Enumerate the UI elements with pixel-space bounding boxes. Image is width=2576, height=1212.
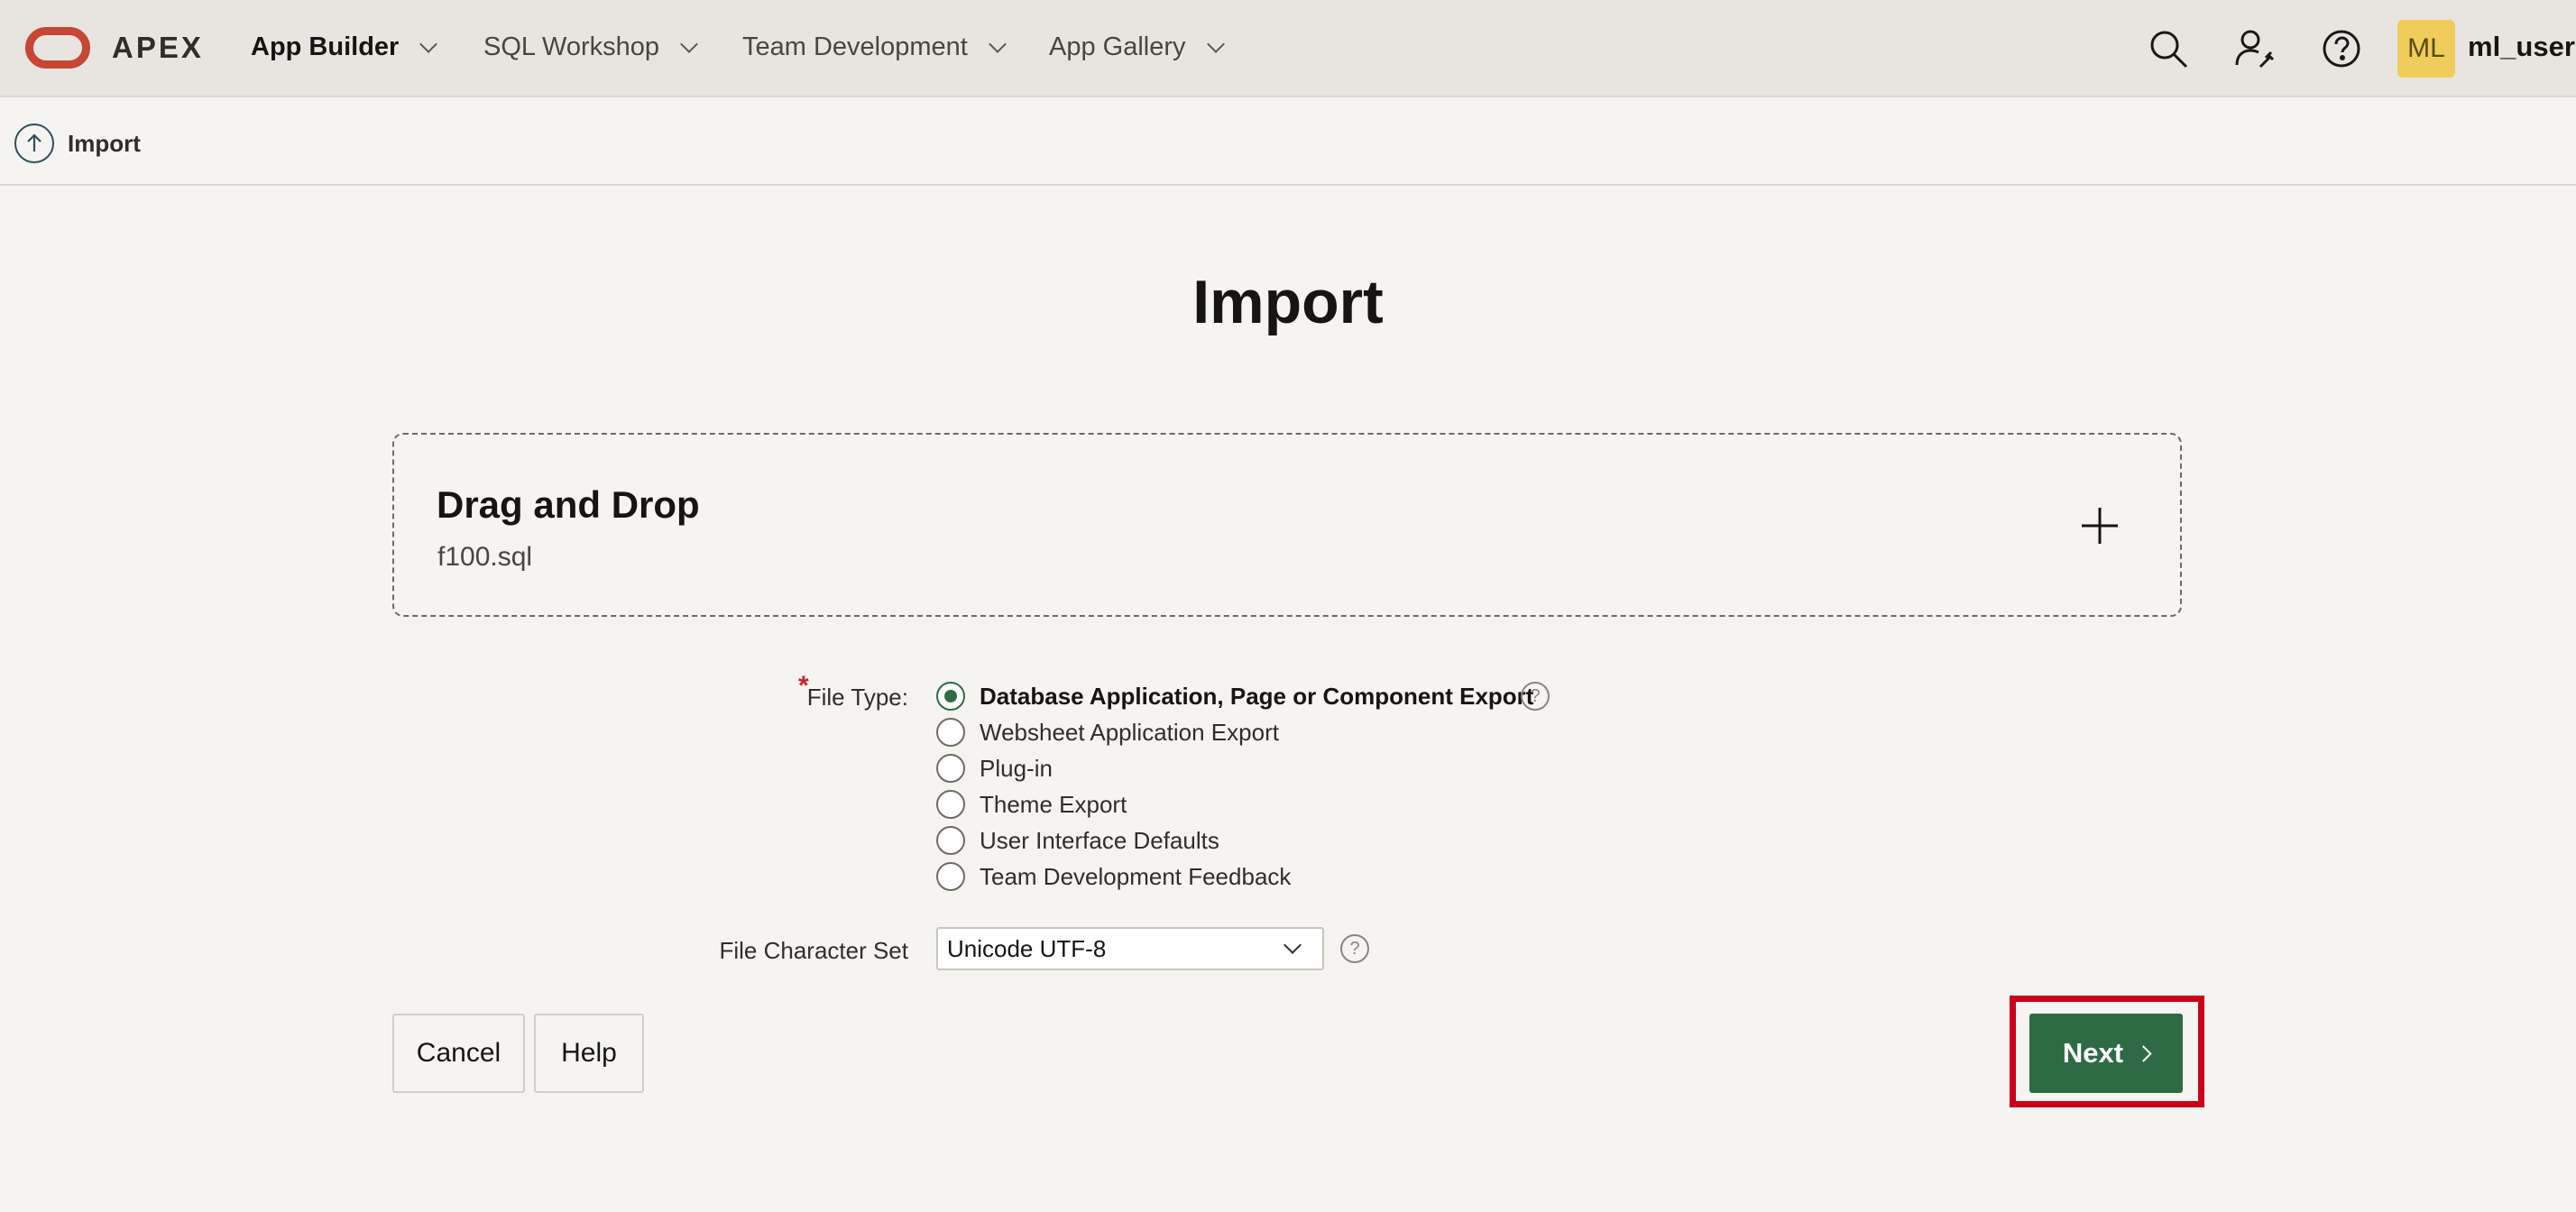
chevron-right-icon xyxy=(2135,1044,2152,1062)
radio-label: Theme Export xyxy=(980,790,1127,818)
cancel-button[interactable]: Cancel xyxy=(392,1014,525,1093)
file-type-option-ui-defaults[interactable]: User Interface Defaults xyxy=(936,824,1219,857)
nav-sql-workshop[interactable]: SQL Workshop xyxy=(483,32,698,62)
charset-label: File Character Set xyxy=(719,937,908,964)
charset-select[interactable]: Unicode UTF-8 xyxy=(936,927,1324,970)
file-type-option-database-application[interactable]: Database Application, Page or Component … xyxy=(936,680,1533,712)
nav-label: SQL Workshop xyxy=(483,32,660,61)
dropzone-title: Drag and Drop xyxy=(437,483,700,526)
file-type-option-team-dev-feedback[interactable]: Team Development Feedback xyxy=(936,860,1291,893)
charset-value: Unicode UTF-8 xyxy=(947,934,1107,962)
nav-label: App Gallery xyxy=(1049,32,1186,61)
page-title: Import xyxy=(1192,268,1384,336)
avatar[interactable]: ML xyxy=(2397,20,2455,78)
plus-icon[interactable] xyxy=(2080,506,2120,546)
radio-label: User Interface Defaults xyxy=(980,826,1219,854)
radio-button[interactable] xyxy=(936,862,965,891)
help-icon[interactable] xyxy=(2320,27,2363,70)
oracle-logo-icon[interactable] xyxy=(25,27,90,69)
nav-app-builder[interactable]: App Builder xyxy=(251,32,438,62)
next-label: Next xyxy=(2062,1037,2124,1069)
nav-label: App Builder xyxy=(251,32,400,61)
radio-button[interactable] xyxy=(936,826,965,855)
radio-button[interactable] xyxy=(936,754,965,783)
chevron-down-icon xyxy=(680,34,698,53)
username[interactable]: ml_user xyxy=(2468,31,2575,63)
top-navigation-bar: APEX App Builder SQL Workshop Team Devel… xyxy=(0,0,2576,97)
file-type-option-plugin[interactable]: Plug-in xyxy=(936,752,1053,785)
dropzone-file-name: f100.sql xyxy=(437,542,533,572)
file-type-label: File Type: xyxy=(806,684,908,711)
nav-label: Team Development xyxy=(742,32,968,61)
file-dropzone[interactable]: Drag and Drop f100.sql xyxy=(392,433,2182,617)
file-type-option-theme-export[interactable]: Theme Export xyxy=(936,788,1127,821)
nav-app-gallery[interactable]: App Gallery xyxy=(1049,32,1225,62)
charset-help-icon[interactable]: ? xyxy=(1340,934,1369,963)
chevron-down-icon xyxy=(1206,34,1225,53)
radio-button[interactable] xyxy=(936,790,965,819)
chevron-down-icon xyxy=(419,34,438,53)
radio-label: Database Application, Page or Component … xyxy=(980,682,1534,710)
file-type-help-icon[interactable]: ? xyxy=(1521,682,1550,711)
chevron-down-icon xyxy=(988,34,1007,53)
breadcrumb: Import xyxy=(0,97,2576,186)
help-button[interactable]: Help xyxy=(534,1014,644,1093)
app-name[interactable]: APEX xyxy=(112,31,204,65)
admin-user-icon[interactable] xyxy=(2233,27,2277,70)
next-button[interactable]: Next xyxy=(2029,1014,2183,1093)
radio-button[interactable] xyxy=(936,718,965,747)
radio-label: Team Development Feedback xyxy=(980,862,1292,890)
upload-arrow-icon xyxy=(14,124,54,163)
radio-label: Plug-in xyxy=(980,754,1053,782)
radio-label: Websheet Application Export xyxy=(980,718,1279,746)
nav-team-development[interactable]: Team Development xyxy=(742,32,1007,62)
radio-button[interactable] xyxy=(936,682,965,711)
file-type-option-websheet[interactable]: Websheet Application Export xyxy=(936,716,1279,748)
search-icon[interactable] xyxy=(2147,27,2190,70)
chevron-down-icon xyxy=(1283,936,1302,954)
breadcrumb-label: Import xyxy=(68,130,141,157)
